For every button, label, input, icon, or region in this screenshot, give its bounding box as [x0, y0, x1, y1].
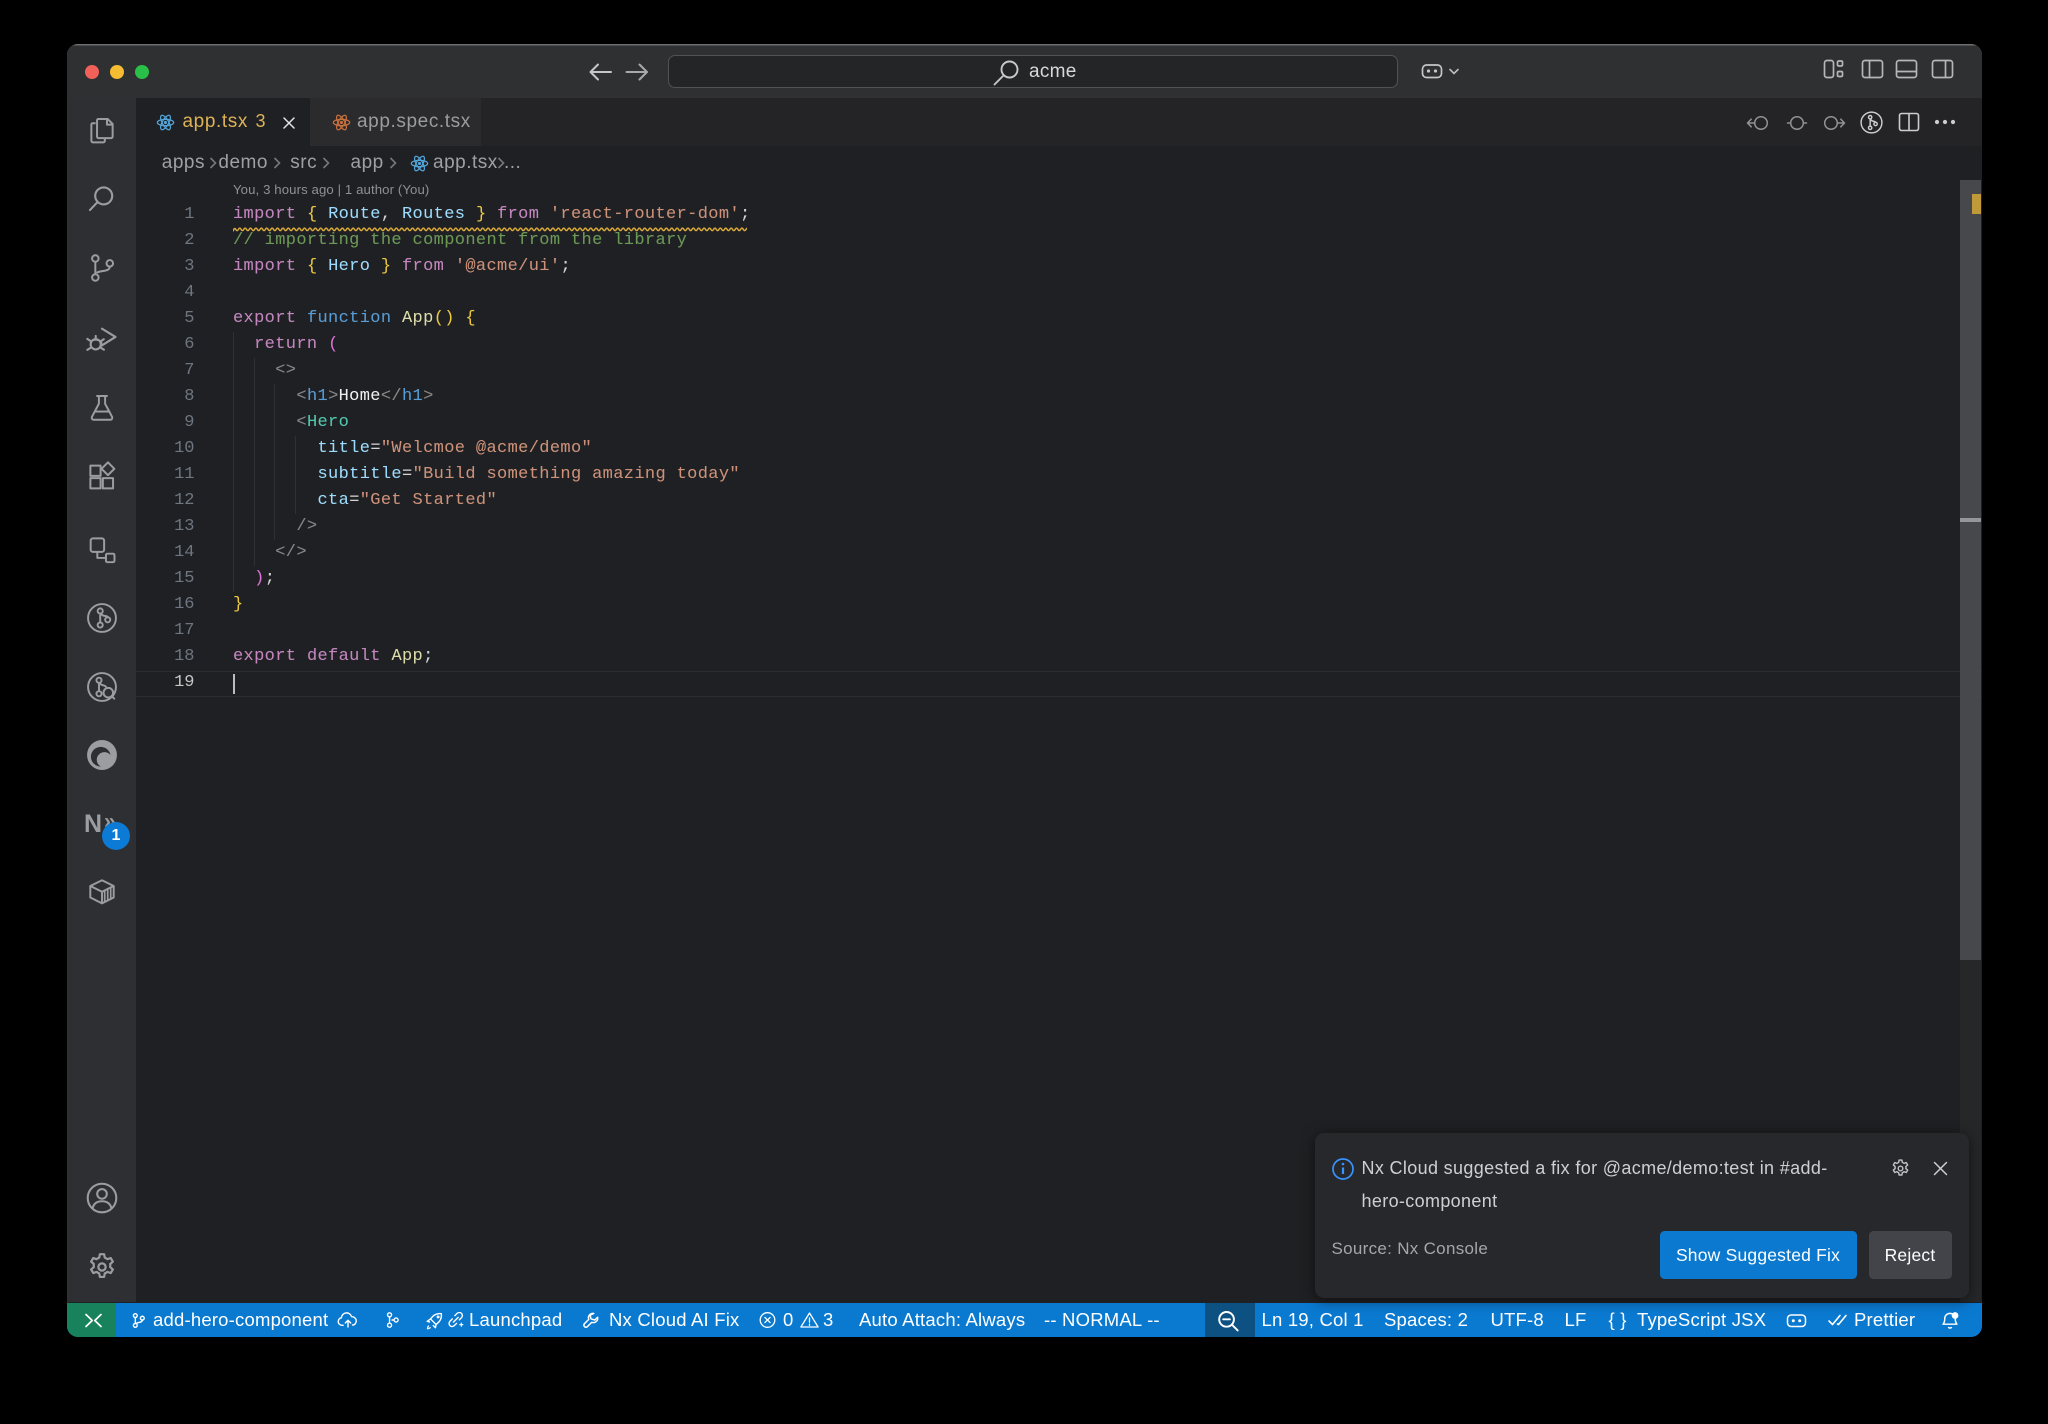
svg-text:N: N	[84, 810, 102, 838]
